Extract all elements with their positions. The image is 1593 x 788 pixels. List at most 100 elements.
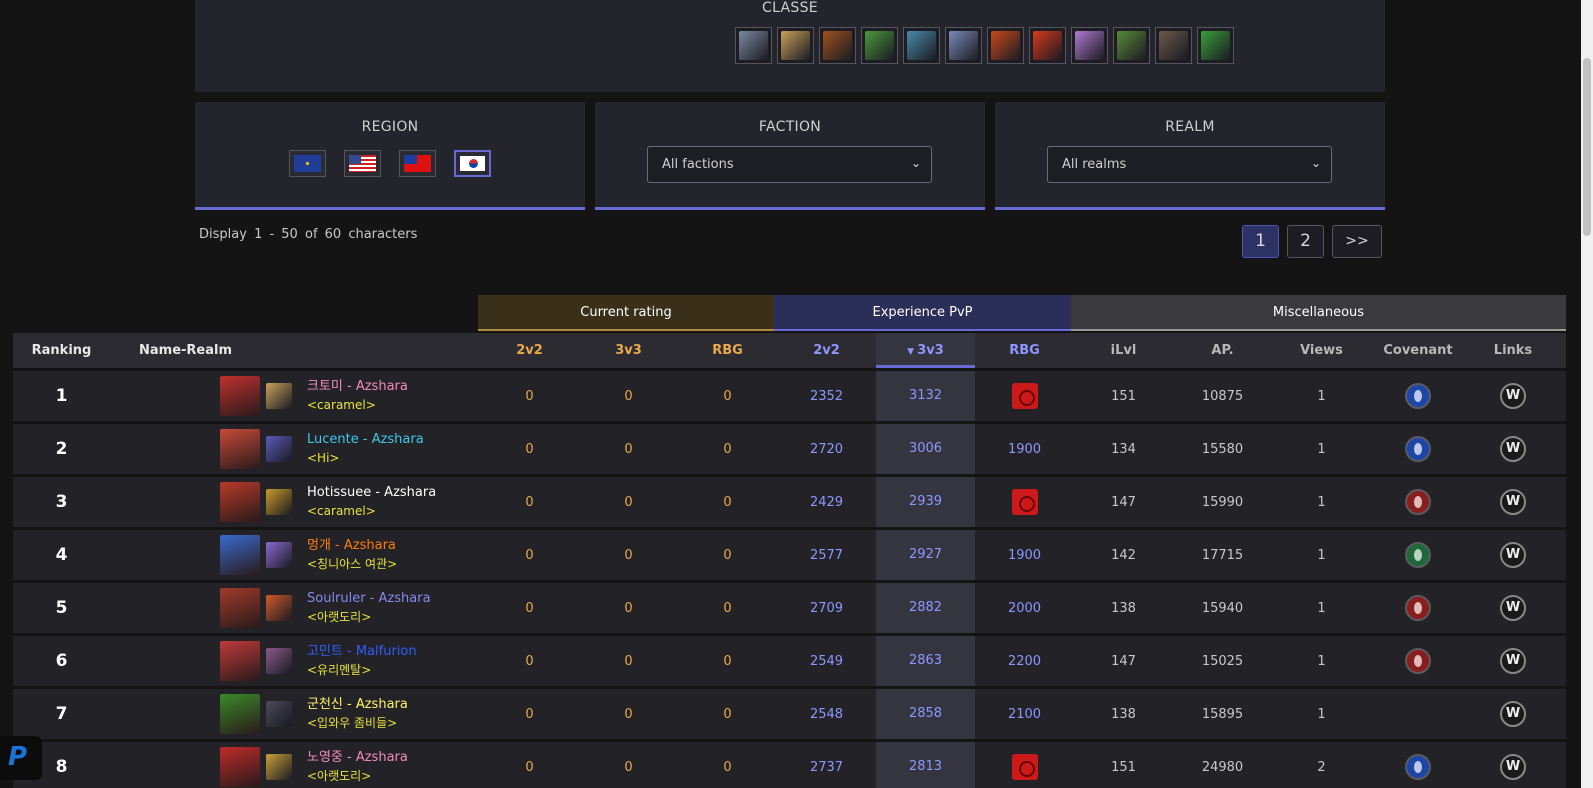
mage-class-icon[interactable]	[1029, 27, 1066, 64]
ilvl-value: 138	[1111, 600, 1136, 616]
exp-2v2-value: 2429	[809, 494, 844, 510]
table-row[interactable]: 1 크토미 - Azshara <caramel> 0 0 0 2352 3132 151 108…	[13, 371, 1566, 421]
col-current-2v2[interactable]: 2v2	[480, 343, 579, 358]
wow-armory-link-icon[interactable]: W	[1500, 436, 1526, 462]
exp-3v3-value: 3132	[876, 371, 975, 421]
exp-2v2-value: 2737	[809, 759, 844, 775]
col-exp-3v3[interactable]: ▼ 3v3	[876, 333, 975, 368]
exp-rbg-cell	[975, 754, 1074, 780]
exp-rbg-value: 2000	[1007, 600, 1042, 616]
wow-armory-link-icon[interactable]: W	[1500, 648, 1526, 674]
deathknight-class-icon-image	[949, 31, 978, 60]
exp-3v3-value: 3006	[876, 424, 975, 474]
covenant-icon	[1405, 383, 1431, 409]
character-name-link[interactable]: Hotissuee - Azshara	[307, 484, 436, 502]
paladin-class-icon[interactable]	[777, 27, 814, 64]
character-portrait-icon	[220, 376, 260, 416]
hunter-class-icon[interactable]	[819, 27, 856, 64]
us-flag-icon[interactable]	[344, 150, 381, 177]
pagination: 1 2 >>	[1242, 225, 1382, 258]
spec-icon	[266, 436, 292, 462]
character-cell: 군천신 - Azshara <입와우 좀비들>	[110, 694, 480, 734]
col-ap[interactable]: AP.	[1173, 343, 1272, 358]
faction-select-value: All factions	[662, 157, 734, 172]
character-name-link[interactable]: 노영중 - Azshara	[307, 749, 408, 767]
table-row[interactable]: 6 고민트 - Malfurion <유리멘탈> 0 0 0 2549 2863 2200 147…	[13, 636, 1566, 686]
next-page-button[interactable]: >>	[1332, 225, 1382, 258]
character-name-link[interactable]: 고민트 - Malfurion	[307, 643, 417, 661]
table-row[interactable]: 8 노영중 - Azshara <아랫도리> 0 0 0 2737 2813 151 24980 2…	[13, 742, 1566, 788]
col-views[interactable]: Views	[1272, 343, 1371, 358]
col-exp-rbg[interactable]: RBG	[975, 343, 1074, 358]
monk-class-icon[interactable]	[1113, 27, 1150, 64]
scrollbar-thumb[interactable]	[1583, 58, 1591, 236]
wow-armory-link-icon[interactable]: W	[1500, 754, 1526, 780]
col-ilvl[interactable]: iLvl	[1074, 343, 1173, 358]
col-name-realm[interactable]: Name-Realm	[110, 343, 480, 358]
character-cell: 멍개 - Azshara <칭니아스 여관>	[110, 535, 480, 575]
col-exp-2v2[interactable]: 2v2	[777, 343, 876, 358]
eu-flag-icon[interactable]	[289, 150, 326, 177]
table-row[interactable]: 3 Hotissuee - Azshara <caramel> 0 0 0 2429 2939…	[13, 477, 1566, 527]
character-name-link[interactable]: 멍개 - Azshara	[307, 537, 397, 555]
guild-name: <Hi>	[307, 451, 340, 465]
character-name-block: Lucente - Azshara <Hi>	[307, 431, 424, 467]
group-miscellaneous: Miscellaneous	[1071, 295, 1566, 331]
tw-flag-icon[interactable]	[399, 150, 436, 177]
kr-flag-icon[interactable]	[454, 150, 491, 177]
paypal-button[interactable]: P	[0, 736, 42, 780]
paypal-icon: P	[8, 742, 28, 772]
character-name-link[interactable]: Soulruler - Azshara	[307, 590, 431, 608]
ranking-table: Ranking Name-Realm 2v2 3v3 RBG 2v2 ▼ 3v3…	[13, 333, 1566, 788]
exp-3v3-value: 2939	[876, 477, 975, 527]
covenant-cell	[1371, 489, 1465, 515]
spec-icon	[266, 648, 292, 674]
wow-armory-link-icon[interactable]: W	[1500, 489, 1526, 515]
tw-flag-icon-image	[404, 155, 431, 172]
realm-select[interactable]: All realms ⌄	[1047, 146, 1332, 183]
wow-armory-link-icon[interactable]: W	[1500, 383, 1526, 409]
page-scrollbar[interactable]	[1581, 0, 1593, 788]
shaman-class-icon-image	[991, 31, 1020, 60]
col-current-3v3[interactable]: 3v3	[579, 343, 678, 358]
views-value: 1	[1317, 600, 1326, 616]
shaman-class-icon[interactable]	[987, 27, 1024, 64]
links-cell: W	[1465, 436, 1561, 462]
col-current-rbg[interactable]: RBG	[678, 343, 777, 358]
character-name-block: 노영중 - Azshara <아랫도리>	[307, 749, 408, 785]
col-exp-3v3-label: 3v3	[917, 343, 944, 358]
character-name-link[interactable]: Lucente - Azshara	[307, 431, 424, 449]
table-row[interactable]: 2 Lucente - Azshara <Hi> 0 0 0 2720 3006 1900 134…	[13, 424, 1566, 474]
character-name-link[interactable]: 크토미 - Azshara	[307, 378, 408, 396]
current-3v3-value: 0	[624, 441, 633, 457]
col-ranking[interactable]: Ranking	[13, 343, 110, 358]
covenant-cell	[1371, 754, 1465, 780]
faction-select[interactable]: All factions ⌄	[647, 146, 932, 183]
rogue-class-icon[interactable]	[861, 27, 898, 64]
demonhunter-class-icon[interactable]	[1197, 27, 1234, 64]
priest-class-icon[interactable]	[903, 27, 940, 64]
table-row[interactable]: 7 군천신 - Azshara <입와우 좀비들> 0 0 0 2548 2858 2100 13…	[13, 689, 1566, 739]
table-row[interactable]: 4 멍개 - Azshara <칭니아스 여관> 0 0 0 2577 2927 1900 142…	[13, 530, 1566, 580]
display-of: of	[304, 227, 318, 242]
us-flag-icon-image	[349, 155, 376, 172]
current-3v3-value: 0	[624, 653, 633, 669]
page-button-1[interactable]: 1	[1242, 225, 1279, 258]
guild-name: <유리멘탈>	[307, 663, 372, 677]
region-flag-list	[289, 150, 491, 177]
warlock-class-icon[interactable]	[1071, 27, 1108, 64]
character-portrait-icon	[220, 588, 260, 628]
wow-armory-link-icon[interactable]: W	[1500, 542, 1526, 568]
covenant-icon	[1405, 595, 1431, 621]
deathknight-class-icon[interactable]	[945, 27, 982, 64]
page-button-2[interactable]: 2	[1287, 225, 1324, 258]
table-row[interactable]: 5 Soulruler - Azshara <아랫도리> 0 0 0 2709 2882 200…	[13, 583, 1566, 633]
druid-class-icon[interactable]	[1155, 27, 1192, 64]
guild-name: <caramel>	[307, 504, 376, 518]
links-cell: W	[1465, 648, 1561, 674]
col-covenant[interactable]: Covenant	[1371, 343, 1465, 358]
warrior-class-icon[interactable]	[735, 27, 772, 64]
character-name-link[interactable]: 군천신 - Azshara	[307, 696, 408, 714]
wow-armory-link-icon[interactable]: W	[1500, 701, 1526, 727]
wow-armory-link-icon[interactable]: W	[1500, 595, 1526, 621]
